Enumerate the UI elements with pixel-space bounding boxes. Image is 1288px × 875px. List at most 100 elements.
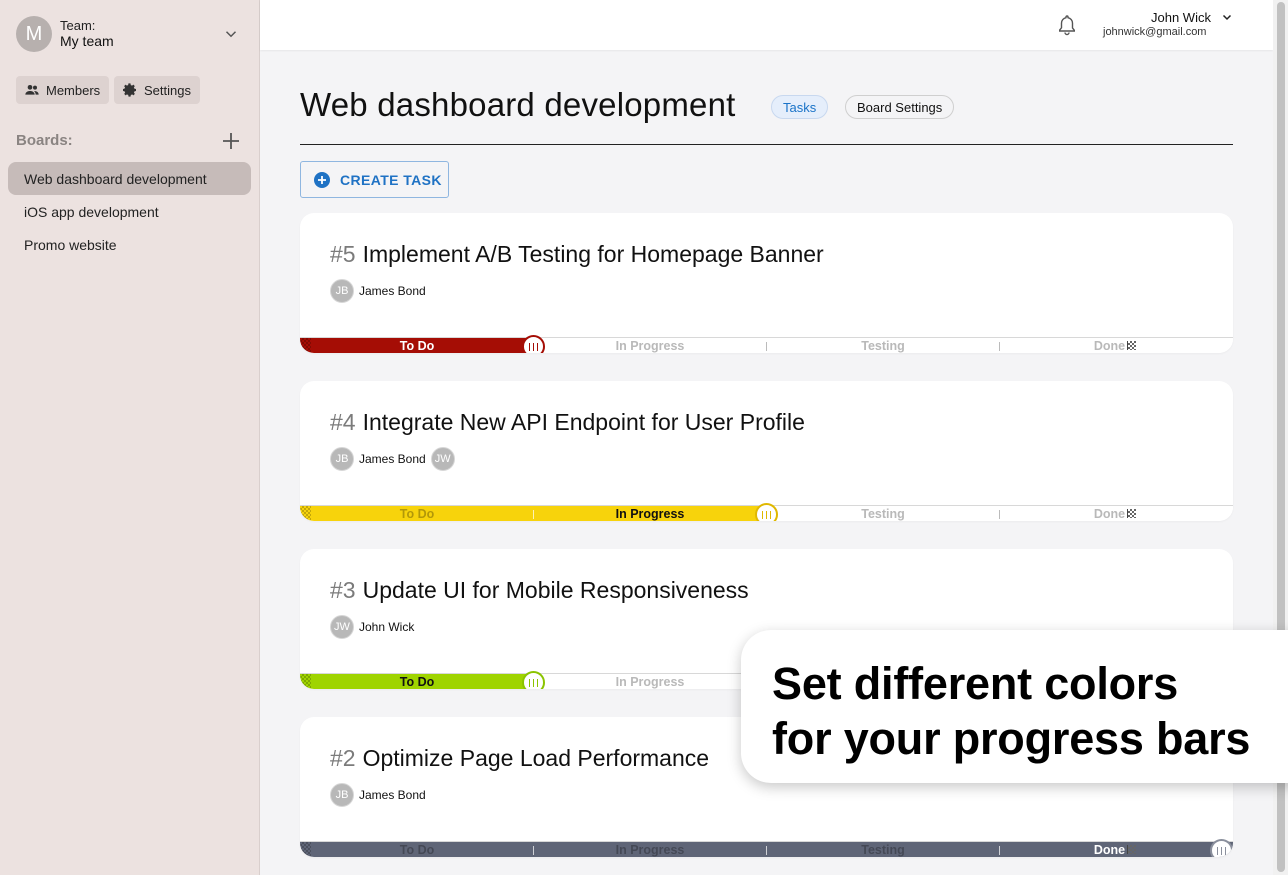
task-title[interactable]: #3 Update UI for Mobile Responsiveness xyxy=(330,577,749,604)
sidebar-board-item[interactable]: iOS app development xyxy=(8,195,251,228)
team-switcher[interactable]: M Team: My team xyxy=(16,16,244,52)
user-name[interactable]: John Wick xyxy=(1151,10,1211,25)
sidebar-board-item[interactable]: Promo website xyxy=(8,228,251,261)
task-title-text: Integrate New API Endpoint for User Prof… xyxy=(362,409,805,435)
task-number: #5 xyxy=(330,241,356,267)
assignee-avatar[interactable]: JB xyxy=(330,447,354,471)
assignee-name: John Wick xyxy=(359,620,415,634)
people-icon xyxy=(25,85,39,95)
progress-bar[interactable]: To Do In Progress Testing Done xyxy=(300,839,1233,857)
stage-label-text: In Progress xyxy=(615,843,685,857)
team-name: My team xyxy=(60,33,114,50)
user-email: johnwick@gmail.com xyxy=(1103,26,1207,38)
members-button[interactable]: Members xyxy=(16,76,110,104)
progress-handle[interactable] xyxy=(755,503,778,521)
stage-label[interactable]: Testing xyxy=(823,339,943,353)
task-title[interactable]: #2 Optimize Page Load Performance xyxy=(330,745,709,772)
stage-label[interactable]: To Do xyxy=(357,339,477,353)
task-title[interactable]: #5 Implement A/B Testing for Homepage Ban… xyxy=(330,241,824,268)
create-task-button[interactable]: CREATE TASK xyxy=(300,161,449,198)
task-card[interactable]: #5 Implement A/B Testing for Homepage Ban… xyxy=(300,213,1233,353)
stage-label-text: In Progress xyxy=(615,675,685,689)
gear-icon xyxy=(123,83,136,97)
settings-button[interactable]: Settings xyxy=(114,76,200,104)
assignee-list: JB James Bond xyxy=(330,783,431,807)
assignee-avatar[interactable]: JW xyxy=(430,447,455,471)
stage-label-text: To Do xyxy=(399,843,435,857)
finish-flag-icon xyxy=(1127,509,1137,518)
stage-label[interactable]: Testing xyxy=(823,843,943,857)
start-pattern xyxy=(300,338,311,353)
stage-label[interactable]: In Progress xyxy=(590,507,710,521)
page-title: Web dashboard development xyxy=(300,86,736,123)
assignee-avatar[interactable]: JB xyxy=(330,279,354,303)
stage-label[interactable]: To Do xyxy=(357,843,477,857)
promo-callout: Set different colors for your progress b… xyxy=(741,630,1288,783)
task-number: #3 xyxy=(330,577,356,603)
assignee-list: JW John Wick xyxy=(330,615,419,639)
stage-label[interactable]: Done xyxy=(1055,339,1175,353)
stage-label[interactable]: In Progress xyxy=(590,843,710,857)
finish-flag-icon xyxy=(1127,845,1137,854)
stage-label[interactable]: To Do xyxy=(357,675,477,689)
assignee-avatar[interactable]: JW xyxy=(330,615,354,639)
stage-divider xyxy=(999,846,1000,855)
plus-circle-icon xyxy=(314,171,330,188)
stage-divider xyxy=(999,510,1000,519)
stage-label-text: To Do xyxy=(399,675,435,689)
finish-flag-icon xyxy=(1127,341,1137,350)
stage-divider xyxy=(533,510,534,519)
task-title-text: Implement A/B Testing for Homepage Banne… xyxy=(362,241,824,267)
stage-label-text: To Do xyxy=(399,507,435,521)
progress-bar[interactable]: To Do In Progress Testing Done xyxy=(300,503,1233,521)
bell-icon[interactable] xyxy=(1057,14,1077,36)
stage-label[interactable]: Done xyxy=(1055,507,1175,521)
stage-label[interactable]: To Do xyxy=(357,507,477,521)
stage-label-text: Testing xyxy=(861,339,905,353)
stage-divider xyxy=(533,846,534,855)
assignee-name: James Bond xyxy=(359,284,426,298)
task-number: #4 xyxy=(330,409,356,435)
progress-handle[interactable] xyxy=(522,671,545,689)
stage-label-text: In Progress xyxy=(615,339,685,353)
top-bar: John Wick johnwick@gmail.com xyxy=(260,0,1273,50)
members-label: Members xyxy=(46,82,101,98)
task-title-text: Optimize Page Load Performance xyxy=(362,745,710,771)
stage-divider xyxy=(766,342,767,351)
sidebar: M Team: My team Members Settings Boards:… xyxy=(0,0,260,875)
assignee-name: James Bond xyxy=(359,452,426,466)
task-title-text: Update UI for Mobile Responsiveness xyxy=(362,577,749,603)
assignee-name: James Bond xyxy=(359,788,426,802)
progress-bar[interactable]: To Do In Progress Testing Done xyxy=(300,335,1233,353)
team-label: Team: xyxy=(60,17,96,33)
progress-handle[interactable] xyxy=(522,335,545,353)
assignee-avatar[interactable]: JB xyxy=(330,783,354,807)
start-pattern xyxy=(300,506,311,521)
chevron-down-icon[interactable] xyxy=(1221,11,1233,23)
task-title[interactable]: #4 Integrate New API Endpoint for User Pr… xyxy=(330,409,805,436)
chevron-down-icon[interactable] xyxy=(222,25,240,43)
team-info: Team: My team xyxy=(60,18,114,50)
stage-label-text: Done xyxy=(1093,507,1126,521)
stage-label[interactable]: Testing xyxy=(823,507,943,521)
add-board-icon[interactable] xyxy=(221,131,241,151)
task-number: #2 xyxy=(330,745,356,771)
tab-board-settings[interactable]: Board Settings xyxy=(845,95,955,119)
stage-label-text: Testing xyxy=(861,507,905,521)
sidebar-board-item[interactable]: Web dashboard development xyxy=(8,162,251,195)
create-task-label: CREATE TASK xyxy=(340,171,442,188)
tab-tasks[interactable]: Tasks xyxy=(771,95,829,119)
stage-label-text: Done xyxy=(1093,843,1126,857)
stage-divider xyxy=(766,846,767,855)
task-card[interactable]: #4 Integrate New API Endpoint for User Pr… xyxy=(300,381,1233,521)
stage-label-text: Testing xyxy=(861,843,905,857)
stage-label[interactable]: Done xyxy=(1055,843,1175,857)
boards-heading: Boards: xyxy=(16,132,73,149)
stage-label[interactable]: In Progress xyxy=(590,339,710,353)
progress-handle[interactable] xyxy=(1210,839,1233,857)
start-pattern xyxy=(300,674,311,689)
stage-label[interactable]: In Progress xyxy=(590,675,710,689)
assignee-list: JB James Bond JW xyxy=(330,447,455,471)
stage-label-text: Done xyxy=(1093,339,1126,353)
team-avatar: M xyxy=(16,16,52,52)
